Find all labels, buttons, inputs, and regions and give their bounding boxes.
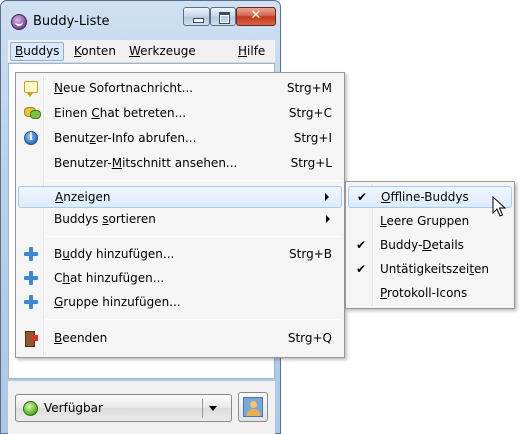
quit-icon bbox=[24, 331, 38, 347]
close-icon: ✕ bbox=[250, 8, 262, 23]
menu-item-add-chat[interactable]: Chat hinzufügen... bbox=[18, 267, 342, 289]
menu-werkzeuge[interactable]: Werkzeuge bbox=[125, 42, 200, 61]
chat-icon bbox=[24, 107, 41, 119]
menu-item-shortcut: Strg+Q bbox=[287, 331, 332, 345]
menu-werkzeuge-label: erkzeuge bbox=[140, 44, 196, 58]
menu-hilfe-label: ilfe bbox=[247, 44, 266, 58]
menu-item-get-user-info[interactable]: i Benutzer-Info abrufen... Strg+I bbox=[18, 127, 342, 149]
buddys-menu: Neue Sofortnachricht... Strg+M Einen Cha… bbox=[15, 72, 345, 358]
pidgin-app-icon bbox=[11, 14, 27, 30]
submenu-arrow-icon bbox=[326, 215, 330, 223]
submenu-arrow-icon bbox=[325, 193, 329, 201]
menu-item-sort-buddies[interactable]: Buddys sortieren bbox=[18, 208, 342, 230]
menu-konten-label: onten bbox=[81, 44, 116, 58]
menu-buddys-mnemonic: B bbox=[15, 44, 24, 58]
menu-item-label: Chat hinzufügen... bbox=[54, 271, 165, 285]
menu-item-label: Gruppe hinzufügen... bbox=[54, 295, 181, 309]
menu-item-view-log[interactable]: Benutzer-Mitschnitt ansehen... Strg+L bbox=[18, 152, 342, 174]
menu-konten[interactable]: Konten bbox=[70, 42, 120, 61]
buddy-picture-icon bbox=[243, 397, 263, 417]
menu-buddys[interactable]: Buddys bbox=[10, 42, 65, 61]
mouse-cursor-icon bbox=[492, 196, 506, 217]
menu-item-label: Buddy hinzufügen... bbox=[54, 247, 175, 261]
submenu-item-empty-groups[interactable]: Leere Gruppen bbox=[348, 210, 512, 232]
menu-item-label: Neue Sofortnachricht... bbox=[54, 81, 194, 95]
menu-bar: Buddys Konten Werkzeuge Hilfe bbox=[8, 40, 275, 63]
submenu-item-offline-buddies[interactable]: ✔ Offline-Buddys bbox=[348, 186, 512, 208]
close-button[interactable]: ✕ bbox=[236, 7, 276, 26]
menu-item-new-message[interactable]: Neue Sofortnachricht... Strg+M bbox=[18, 77, 342, 99]
maximize-button[interactable] bbox=[210, 7, 236, 26]
check-icon: ✔ bbox=[356, 262, 367, 276]
menu-item-label: Beenden bbox=[54, 331, 108, 345]
menu-item-join-chat[interactable]: Einen Chat betreten... Strg+C bbox=[18, 102, 342, 124]
menu-item-quit[interactable]: Beenden Strg+Q bbox=[18, 327, 342, 349]
check-icon: ✔ bbox=[357, 190, 368, 204]
menu-item-shortcut: Strg+M bbox=[286, 81, 332, 95]
status-area: Verfügbar bbox=[8, 381, 275, 434]
menu-item-add-group[interactable]: Gruppe hinzufügen... bbox=[18, 291, 342, 313]
show-submenu: ✔ Offline-Buddys Leere Gruppen ✔ Buddy-D… bbox=[345, 181, 515, 309]
menu-item-label: Buddys sortieren bbox=[54, 212, 156, 226]
menu-hilfe-mnemonic: H bbox=[238, 44, 248, 58]
status-label: Verfügbar bbox=[44, 401, 103, 415]
menu-item-add-buddy[interactable]: Buddy hinzufügen... Strg+B bbox=[18, 243, 342, 265]
combo-separator bbox=[202, 399, 203, 418]
menu-item-label: Benutzer-Info abrufen... bbox=[54, 131, 197, 145]
menu-buddys-label: uddys bbox=[23, 44, 60, 58]
menu-item-shortcut: Strg+C bbox=[288, 106, 332, 120]
menu-item-label: Anzeigen bbox=[55, 190, 111, 204]
minimize-button[interactable] bbox=[183, 7, 210, 26]
menu-item-shortcut: Strg+B bbox=[289, 247, 332, 261]
menu-separator bbox=[46, 236, 340, 237]
window-title: Buddy-Liste bbox=[33, 14, 110, 29]
submenu-item-label: Untätigkeitszeiten bbox=[380, 262, 490, 276]
new-message-icon bbox=[24, 81, 38, 97]
menu-item-label: Einen Chat betreten... bbox=[54, 106, 187, 120]
status-selector[interactable]: Verfügbar bbox=[15, 394, 232, 422]
submenu-item-label: Protokoll-Icons bbox=[380, 286, 468, 300]
info-icon: i bbox=[24, 131, 38, 145]
menu-item-shortcut: Strg+I bbox=[293, 131, 332, 145]
menu-item-label: Benutzer-Mitschnitt ansehen... bbox=[54, 156, 238, 170]
check-icon: ✔ bbox=[356, 238, 367, 252]
submenu-item-buddy-details[interactable]: ✔ Buddy-Details bbox=[348, 234, 512, 256]
add-buddy-icon bbox=[24, 247, 38, 261]
menu-werkzeuge-mnemonic: W bbox=[129, 44, 141, 58]
submenu-item-label: Buddy-Details bbox=[380, 238, 464, 252]
add-chat-icon bbox=[24, 271, 38, 285]
add-group-icon bbox=[24, 295, 38, 309]
menu-separator bbox=[46, 319, 340, 320]
submenu-item-protocol-icons[interactable]: Protokoll-Icons bbox=[348, 282, 512, 304]
buddy-icon-button[interactable] bbox=[238, 392, 268, 422]
title-bar[interactable]: Buddy-Liste ✕ bbox=[1, 1, 280, 39]
available-status-icon bbox=[23, 401, 38, 416]
submenu-item-label: Leere Gruppen bbox=[380, 214, 470, 228]
menu-separator bbox=[46, 180, 340, 181]
submenu-item-idle-times[interactable]: ✔ Untätigkeitszeiten bbox=[348, 258, 512, 280]
menu-hilfe[interactable]: Hilfe bbox=[234, 42, 269, 61]
menu-item-shortcut: Strg+L bbox=[290, 156, 332, 170]
menu-item-show[interactable]: Anzeigen bbox=[18, 186, 342, 208]
chevron-down-icon[interactable] bbox=[209, 406, 217, 411]
submenu-item-label: Offline-Buddys bbox=[381, 190, 469, 204]
